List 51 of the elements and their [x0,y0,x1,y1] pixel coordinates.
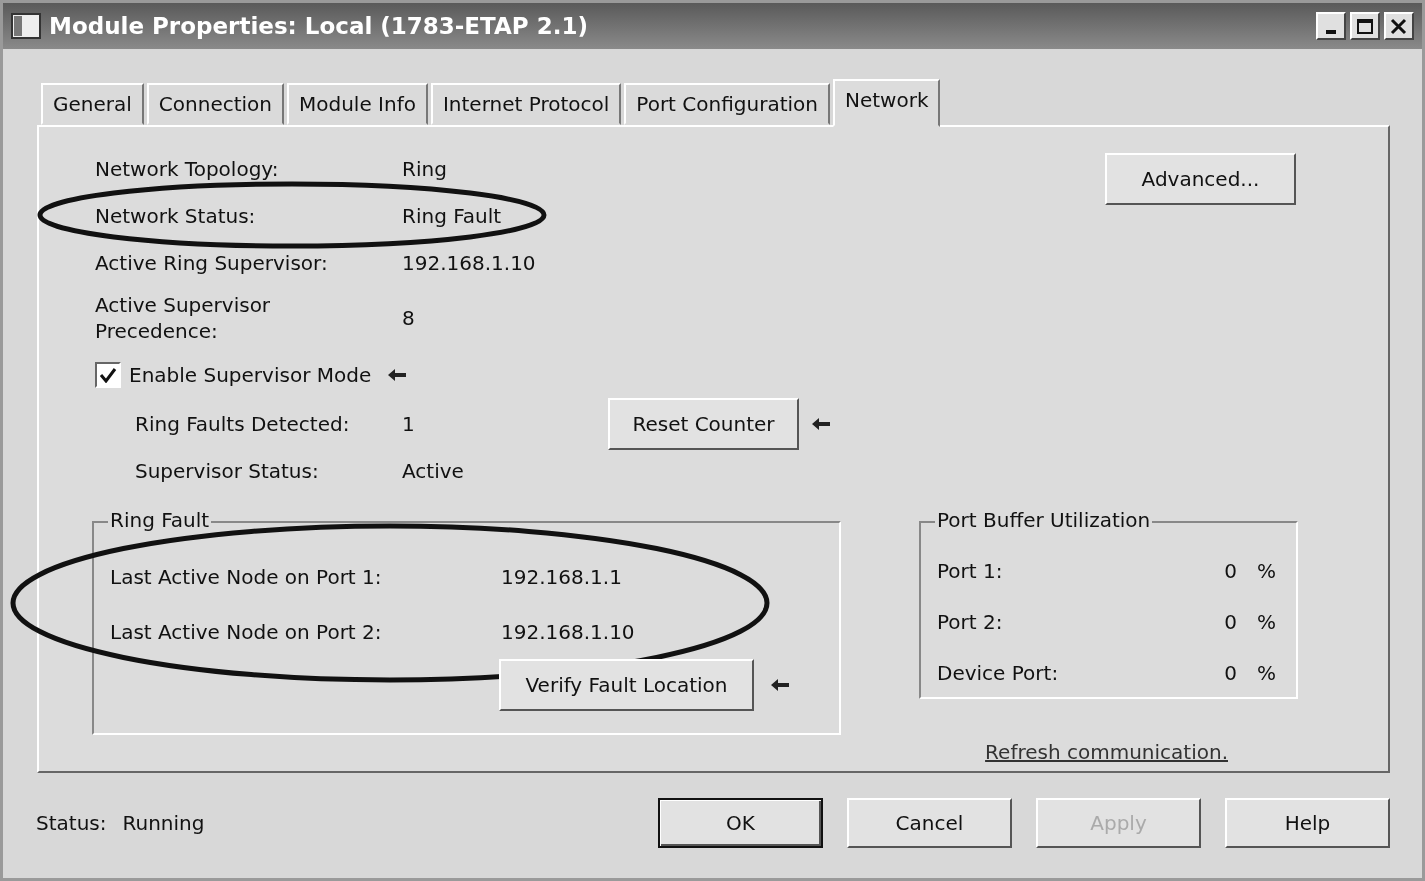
tab[interactable]: Connection [146,83,284,125]
field-value: 192.168.1.10 [501,618,635,646]
field-label: Supervisor Status: [135,457,320,485]
field-label: Port 2: [937,608,1004,636]
window-icon [11,13,41,39]
tab[interactable]: Port Configuration [624,83,830,125]
field-value: 1 [402,410,416,438]
field-value: 192.168.1.1 [501,563,622,591]
field-label: Device Port: [937,659,1060,687]
field-value: 0 [1224,608,1237,636]
tab[interactable]: Network [832,79,941,127]
window-title: Module Properties: Local (1783-ETAP 2.1) [49,11,589,41]
field-label: Ring Faults Detected: [135,410,351,438]
minimize-icon [1326,30,1336,34]
field-value: 0 [1224,557,1237,585]
field-value: 0 [1224,659,1237,687]
tab[interactable]: General [41,83,144,125]
field-label: Active Ring Supervisor: [95,249,329,277]
status-label: Status: [36,810,107,837]
field-label: Network Status: [95,192,402,239]
field-value: Ring Fault [402,202,503,230]
dialog-button[interactable]: Cancel [847,798,1012,848]
maximize-button[interactable] [1350,12,1380,40]
tab[interactable]: Internet Protocol [430,83,622,125]
close-icon [1389,17,1409,35]
field-value: Ring [402,155,448,183]
close-button[interactable] [1384,12,1414,40]
reset-counter-button[interactable]: Reset Counter [608,398,799,450]
advanced-button[interactable]: Advanced... [1105,153,1296,205]
dialog-button[interactable]: OK [658,798,823,848]
field-label: Last Active Node on Port 1: [110,563,383,591]
field-value: Active [402,457,465,485]
dialog-button[interactable]: Help [1225,798,1390,848]
unit-label: % [1257,557,1276,585]
checkbox-label: Enable Supervisor Mode [129,362,372,389]
field-value: 8 [402,305,416,332]
verify-fault-location-button[interactable]: Verify Fault Location [499,659,754,711]
field-label: Port 1: [937,557,1004,585]
check-icon [99,367,117,383]
unit-label: % [1257,608,1276,636]
unit-label: % [1257,659,1276,687]
status-value: Running [122,810,205,837]
checkbox[interactable] [95,362,121,388]
maximize-icon [1355,17,1375,35]
minimize-button[interactable] [1316,12,1346,40]
field-label: Last Active Node on Port 2: [110,618,383,646]
field-value: 192.168.1.10 [402,249,537,277]
field-label: Active Supervisor Precedence: [95,292,272,345]
field-label: Network Topology: [95,155,280,183]
tab[interactable]: Module Info [287,83,428,125]
refresh-link[interactable]: Refresh communication. [985,737,1228,767]
